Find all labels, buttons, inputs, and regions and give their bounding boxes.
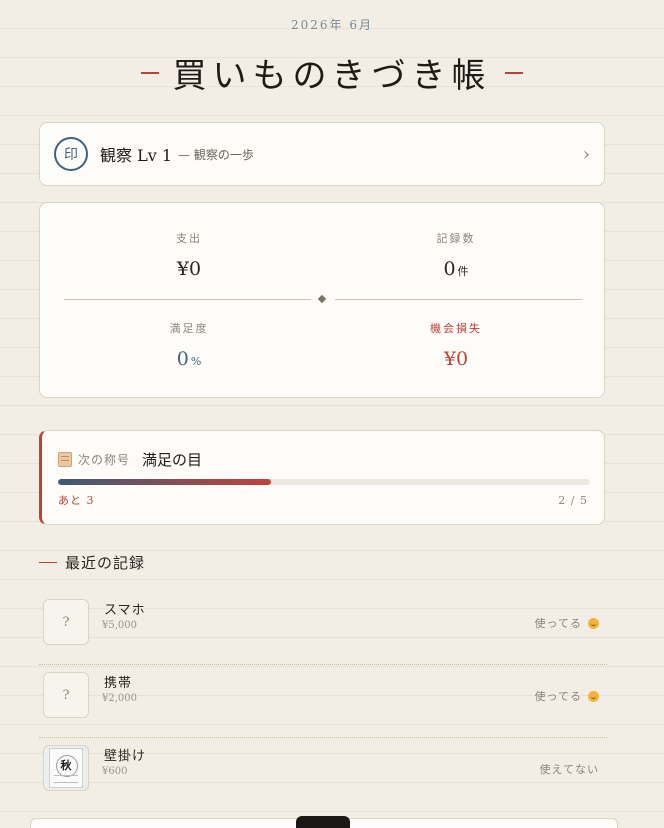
chevron-right-icon[interactable]: › xyxy=(583,144,590,165)
level-card[interactable]: 印 観察 Lv 1 — 観察の一歩 › xyxy=(39,122,605,186)
opportunity-loss-value: ¥0 xyxy=(356,348,556,370)
records-count: 0 xyxy=(443,258,456,280)
title-dash-right xyxy=(505,71,524,74)
calendar-image: 秋 xyxy=(49,748,83,788)
smile-icon xyxy=(588,690,599,702)
smile-icon xyxy=(588,617,599,629)
divider-line-left xyxy=(64,299,311,300)
item-status: 使えてない xyxy=(540,761,599,777)
status-text: 使ってる xyxy=(534,690,582,703)
item-price: ¥2,000 xyxy=(102,693,137,704)
scroll-icon xyxy=(58,452,72,467)
next-title-row: 次の称号 満足の目 xyxy=(58,449,202,470)
list-item[interactable]: ? 携帯 ¥2,000 使ってる xyxy=(39,664,607,738)
spending-label: 支出 xyxy=(176,232,202,245)
satisfaction-percent: 0 xyxy=(176,348,189,370)
spending-amount: ¥0 xyxy=(176,258,202,280)
satisfaction-value: 0% xyxy=(89,348,289,370)
app-title: 買いものきづき帳 xyxy=(172,56,492,96)
spending-value: ¥0 xyxy=(89,258,289,280)
stats-card: 支出 ¥0 記録数 0件 満足度 0% 機会損失 ¥0 xyxy=(39,202,605,398)
records-value: 0件 xyxy=(356,258,556,280)
title-dash-left xyxy=(140,71,159,74)
item-price: ¥600 xyxy=(102,766,128,777)
remaining-count: あと 3 xyxy=(58,494,95,507)
question-icon: ? xyxy=(62,687,70,703)
item-price: ¥5,000 xyxy=(102,620,137,631)
title-row: 買いものきづき帳 xyxy=(0,48,664,97)
item-name: スマホ xyxy=(104,603,146,618)
item-name: 壁掛け xyxy=(104,749,147,764)
next-title-card: 次の称号 満足の目 あと 3 2 / 5 xyxy=(39,430,605,525)
item-thumbnail: 秋 xyxy=(43,745,89,791)
calendar-lines xyxy=(54,775,78,783)
list-item[interactable]: 秋 壁掛け ¥600 使えてない xyxy=(39,737,607,810)
status-text: 使えてない xyxy=(539,763,599,776)
satisfaction-label: 満足度 xyxy=(169,322,209,335)
status-text: 使ってる xyxy=(534,617,582,630)
level-subtitle: — 観察の一歩 xyxy=(178,147,254,162)
satisfaction-unit: % xyxy=(190,355,202,368)
level-name: 観察 Lv 1 xyxy=(100,146,173,165)
seal-icon: 印 xyxy=(54,137,88,171)
placeholder-thumbnail: ? xyxy=(43,672,89,718)
diamond-icon xyxy=(317,294,327,304)
list-item[interactable]: ? スマホ ¥5,000 使ってる xyxy=(39,591,607,665)
progress-fraction: 2 / 5 xyxy=(558,494,588,507)
item-status: 使ってる xyxy=(535,615,599,631)
placeholder-thumbnail: ? xyxy=(43,599,89,645)
calendar-kanji: 秋 xyxy=(60,759,72,772)
divider-line-right xyxy=(335,299,582,300)
records-label: 記録数 xyxy=(436,232,476,245)
date-label: 2026年 6月 xyxy=(291,18,373,32)
stats-divider xyxy=(64,294,582,304)
opportunity-loss-amount: ¥0 xyxy=(443,348,469,370)
heading-dash xyxy=(39,562,57,563)
item-name: 携帯 xyxy=(104,676,133,691)
next-title-label: 次の称号 xyxy=(78,453,131,467)
seal-text: 印 xyxy=(64,147,78,163)
next-title-name: 満足の目 xyxy=(142,451,203,469)
recent-records-heading: 最近の記録 xyxy=(39,552,145,573)
progress-bar-fill xyxy=(58,479,271,485)
bottom-sheet-handle[interactable] xyxy=(296,816,350,828)
records-unit: 件 xyxy=(457,265,469,278)
recent-records-title: 最近の記録 xyxy=(65,554,146,572)
progress-bar xyxy=(58,479,590,485)
question-icon: ? xyxy=(62,614,70,630)
item-status: 使ってる xyxy=(535,688,599,704)
opportunity-loss-label: 機会損失 xyxy=(430,322,482,335)
